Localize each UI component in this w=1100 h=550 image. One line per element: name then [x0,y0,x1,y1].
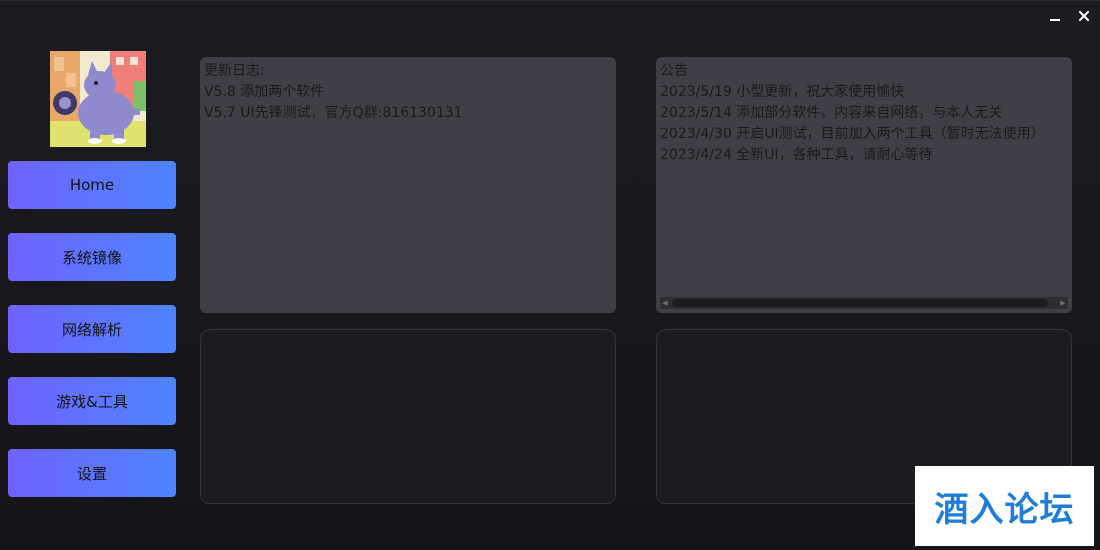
minimize-icon [1050,19,1060,21]
scrollbar-thumb[interactable] [672,299,1048,307]
sidebar-item-settings[interactable]: 设置 [8,449,176,497]
close-icon [1078,10,1090,22]
avatar [50,51,146,147]
sidebar-item-label: 游戏&工具 [56,392,128,411]
announcement-line: 2023/5/14 添加部分软件，内容来自网络，与本人无关 [660,105,1003,121]
watermark-text: 酒入论坛 [934,489,1075,530]
sidebar-item-label: 设置 [76,464,107,483]
changelog-line: V5.7 UI先锋测试，官方Q群:816130131 [204,105,463,121]
announcement-title: 公告 [660,63,688,79]
scroll-left-icon[interactable]: ◀ [661,299,669,307]
announcement-panel[interactable]: 公告 2023/5/19 小型更新，祝大家使用愉快 2023/5/14 添加部分… [656,57,1072,313]
scroll-right-icon[interactable]: ▶ [1059,299,1067,307]
app-window: Home 系统镜像 网络解析 游戏&工具 设置 更新日志: V5.8 添加两个软… [0,0,1100,550]
watermark-logo: 酒入论坛 [915,466,1094,546]
changelog-title: 更新日志: [204,63,265,79]
minimize-button[interactable] [1044,5,1066,27]
sidebar-item-system-image[interactable]: 系统镜像 [8,233,176,281]
changelog-line: V5.8 添加两个软件 [204,84,325,100]
sidebar-item-label: 系统镜像 [61,248,122,267]
announcement-line: 2023/4/30 开启UI测试，目前加入两个工具（暂时无法使用） [660,126,1045,142]
sidebar-item-label: 网络解析 [61,320,122,339]
announcement-line: 2023/5/19 小型更新，祝大家使用愉快 [660,84,905,100]
horizontal-scrollbar[interactable]: ◀ ▶ [660,297,1068,309]
close-button[interactable] [1073,5,1095,27]
empty-panel-left [200,329,616,504]
sidebar-item-home[interactable]: Home [8,161,176,209]
sidebar-item-label: Home [69,176,115,194]
sidebar-item-games-tools[interactable]: 游戏&工具 [8,377,176,425]
announcement-line: 2023/4/24 全新UI，各种工具，请耐心等待 [660,147,933,163]
cartoon-cat-avatar-image [50,51,146,147]
changelog-panel[interactable]: 更新日志: V5.8 添加两个软件 V5.7 UI先锋测试，官方Q群:81613… [200,57,616,313]
sidebar-item-network-parse[interactable]: 网络解析 [8,305,176,353]
